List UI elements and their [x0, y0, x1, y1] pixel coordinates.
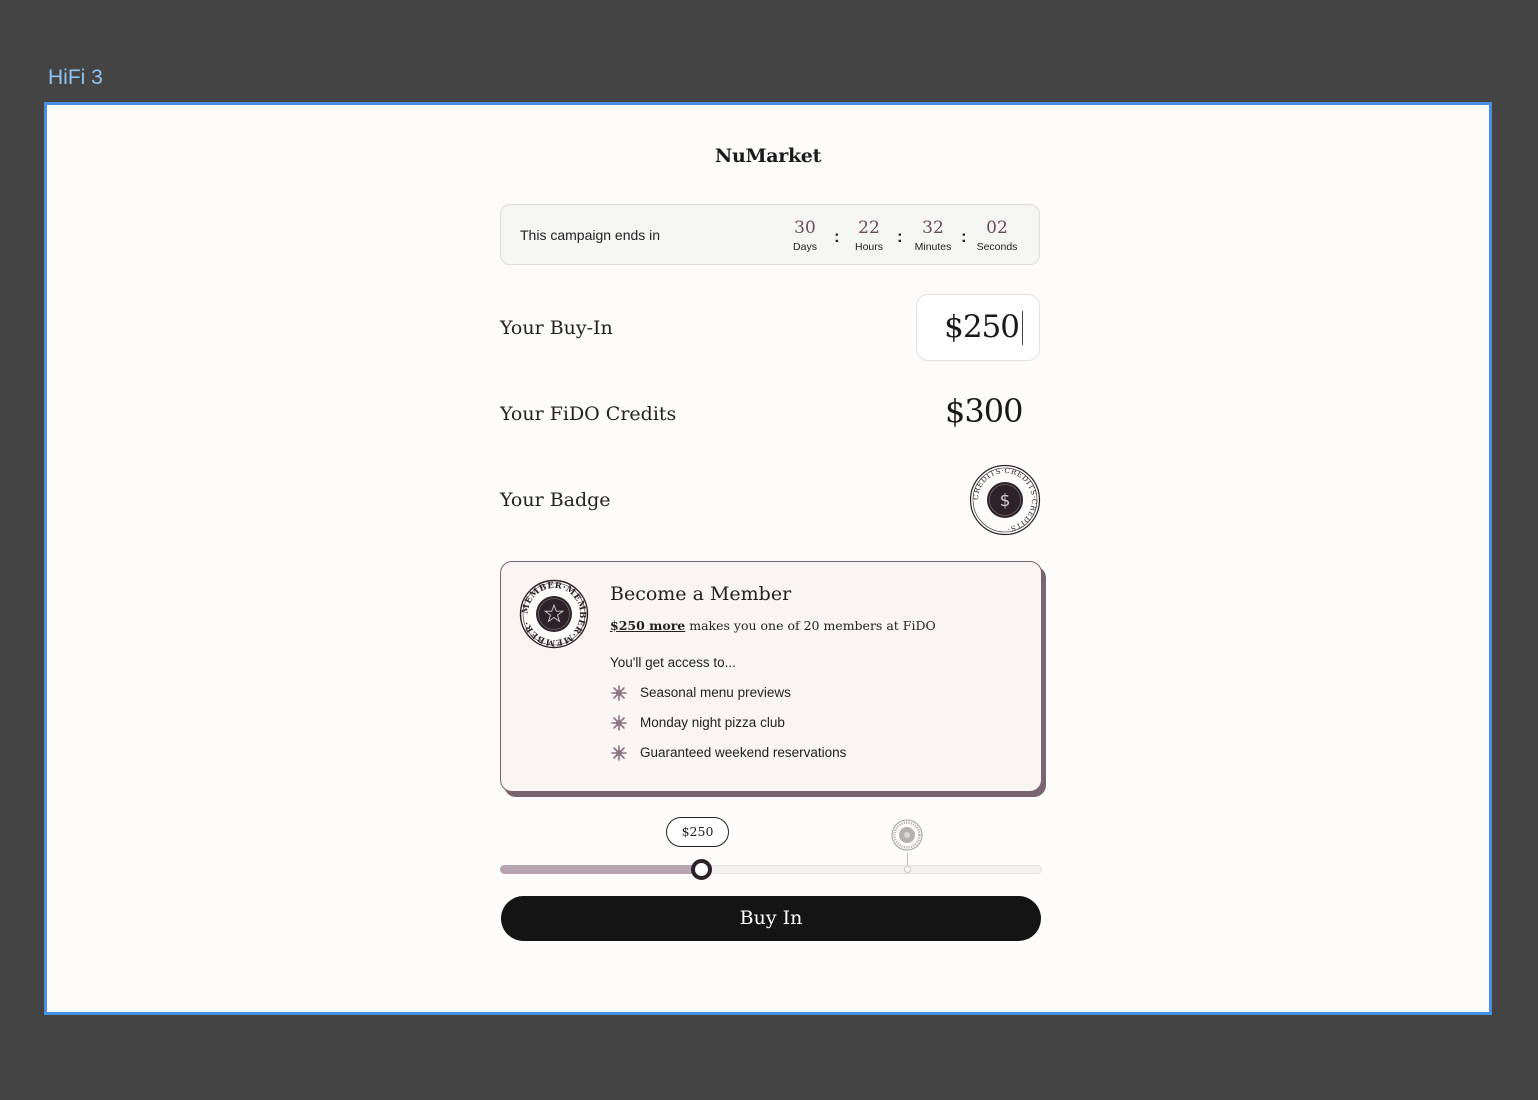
- starburst-icon: [611, 685, 627, 701]
- countdown-seconds-label: Seconds: [976, 241, 1018, 253]
- credits-label: Your FiDO Credits: [500, 403, 677, 425]
- countdown-separator: :: [897, 227, 903, 246]
- brand-logo: NuMarket: [714, 145, 822, 167]
- member-seal-icon: MEMBER·MEMBER·MEMBER·: [519, 579, 589, 649]
- milestone-marker-line: [907, 853, 908, 865]
- buyin-slider-fill: [500, 865, 701, 874]
- countdown-days-label: Days: [793, 241, 817, 253]
- countdown-hours-label: Hours: [854, 241, 883, 253]
- buyin-slider-thumb[interactable]: [690, 859, 712, 880]
- campaign-countdown: This campaign ends in 30 Days : 22 Hours…: [500, 204, 1040, 265]
- text-caret: [1022, 311, 1023, 345]
- perk-text: Seasonal menu previews: [640, 685, 791, 700]
- member-title: Become a Member: [610, 583, 792, 605]
- milestone-member-seal-icon: [891, 819, 923, 851]
- countdown-label: This campaign ends in: [520, 227, 661, 243]
- badge-symbol: $: [1000, 491, 1011, 511]
- badge-label: Your Badge: [500, 489, 611, 511]
- access-intro: You'll get access to...: [610, 655, 736, 670]
- credits-value: $300: [945, 392, 1023, 430]
- starburst-icon: [611, 715, 627, 731]
- countdown-hours-value: 22: [858, 218, 880, 238]
- countdown-hours: 22 Hours: [839, 217, 899, 253]
- countdown-minutes-value: 32: [922, 218, 944, 238]
- starburst-icon: [611, 745, 627, 761]
- countdown-seconds-value: 02: [986, 218, 1008, 238]
- countdown-separator: :: [961, 227, 967, 246]
- slider-value-tag: $250: [666, 817, 729, 847]
- buyin-input[interactable]: $250: [916, 294, 1040, 361]
- perk-text: Guaranteed weekend reservations: [640, 745, 847, 760]
- countdown-minutes-label: Minutes: [914, 241, 952, 253]
- countdown-days-value: 30: [794, 218, 816, 238]
- member-subtitle: $250 more makes you one of 20 members at…: [610, 618, 936, 633]
- buyin-input-value: $250: [944, 309, 1020, 345]
- perk-text: Monday night pizza club: [640, 715, 785, 730]
- countdown-days: 30 Days: [775, 217, 835, 253]
- member-amount-link[interactable]: $250 more: [610, 618, 685, 633]
- credits-badge-icon: CREDITS·CREDITS·CREDITS· $: [969, 464, 1041, 536]
- membership-card: MEMBER·MEMBER·MEMBER· Become a Member $2…: [500, 561, 1042, 792]
- app-frame: NuMarket This campaign ends in 30 Days :…: [44, 102, 1492, 1015]
- countdown-minutes: 32 Minutes: [903, 217, 963, 253]
- buyin-label: Your Buy-In: [500, 317, 613, 339]
- buy-in-button[interactable]: Buy In: [501, 896, 1041, 941]
- frame-label: HiFi 3: [48, 66, 103, 89]
- countdown-seconds: 02 Seconds: [967, 217, 1027, 253]
- milestone-dot: [904, 866, 911, 873]
- member-subtitle-text: makes you one of 20 members at FiDO: [685, 618, 936, 633]
